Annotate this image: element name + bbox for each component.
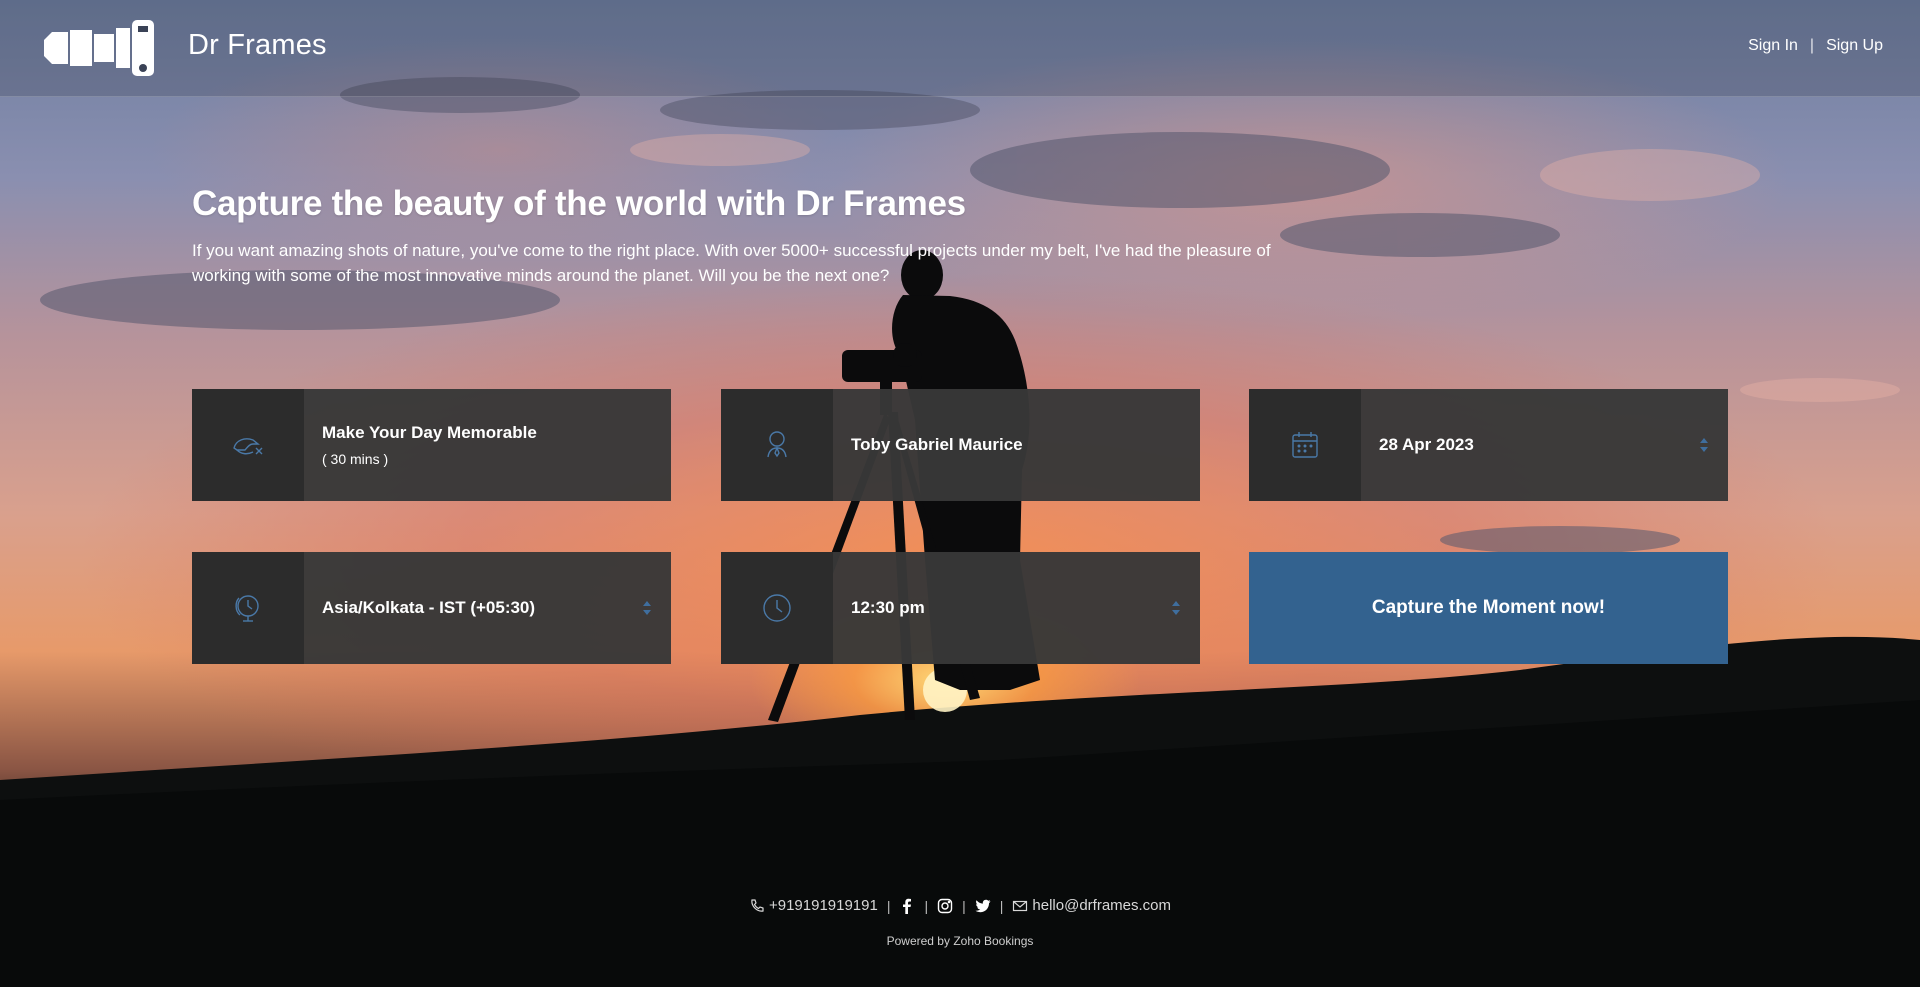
- email-address: hello@drframes.com: [1032, 897, 1172, 914]
- hero-title: Capture the beauty of the world with Dr …: [192, 184, 966, 223]
- staff-icon-box: [721, 389, 833, 501]
- hero-description: If you want amazing shots of nature, you…: [192, 241, 1271, 285]
- footer-phone[interactable]: +919191919191: [749, 897, 878, 914]
- service-selector[interactable]: Make Your Day Memorable ( 30 mins ): [192, 389, 671, 501]
- sign-up-link[interactable]: Sign Up: [1826, 37, 1883, 55]
- twitter-link[interactable]: [975, 898, 991, 914]
- time-icon-box: [721, 552, 833, 664]
- clock-icon: [763, 594, 791, 622]
- timezone-dropdown-arrows-icon: [643, 601, 651, 615]
- auth-links: Sign In | Sign Up: [1748, 37, 1883, 55]
- selected-time: 12:30 pm: [851, 598, 925, 617]
- footer-divider: |: [962, 897, 966, 914]
- timezone-icon-box: [192, 552, 304, 664]
- timezone-value: Asia/Kolkata - IST (+05:30): [322, 598, 536, 617]
- footer-divider: |: [999, 897, 1004, 914]
- twitter-icon: [975, 899, 991, 912]
- mail-icon: [1013, 900, 1028, 911]
- service-duration: ( 30 mins ): [322, 451, 389, 467]
- auth-separator: |: [1809, 37, 1815, 54]
- time-selector[interactable]: 12:30 pm: [721, 552, 1200, 664]
- sign-in-link[interactable]: Sign In: [1748, 37, 1798, 55]
- calendar-icon: [1292, 432, 1318, 458]
- phone-icon: [751, 898, 764, 912]
- footer-divider: |: [886, 897, 891, 914]
- powered-by[interactable]: Powered by Zoho Bookings: [0, 934, 1920, 948]
- selected-date: 28 Apr 2023: [1379, 435, 1474, 454]
- footer-divider: |: [924, 897, 929, 914]
- date-icon-box: [1249, 389, 1361, 501]
- user-icon: [767, 431, 787, 458]
- date-dropdown-arrows-icon: [1700, 438, 1708, 452]
- capture-moment-button[interactable]: Capture the Moment now!: [1249, 552, 1728, 664]
- phone-number: +919191919191: [768, 897, 878, 914]
- footer-contact: +919191919191 | | | | hello@drframes.com: [0, 897, 1920, 914]
- globe-clock-icon: [235, 595, 259, 622]
- service-name: Make Your Day Memorable: [322, 423, 537, 442]
- instagram-icon: [937, 898, 953, 913]
- date-selector[interactable]: 28 Apr 2023: [1249, 389, 1728, 501]
- service-icon-box: [192, 389, 304, 501]
- facebook-icon: [903, 898, 912, 914]
- service-icon: [233, 438, 263, 455]
- time-dropdown-arrows-icon: [1172, 601, 1180, 615]
- brand-name[interactable]: Dr Frames: [188, 29, 327, 62]
- footer-email[interactable]: hello@drframes.com: [1012, 897, 1171, 914]
- facebook-link[interactable]: [899, 898, 915, 914]
- instagram-link[interactable]: [937, 898, 953, 914]
- staff-name: Toby Gabriel Maurice: [851, 435, 1023, 454]
- camera-lens-logo-icon[interactable]: [44, 18, 156, 78]
- timezone-selector[interactable]: Asia/Kolkata - IST (+05:30): [192, 552, 671, 664]
- staff-selector[interactable]: Toby Gabriel Maurice: [721, 389, 1200, 501]
- top-navbar: Dr Frames Sign In | Sign Up: [0, 0, 1920, 97]
